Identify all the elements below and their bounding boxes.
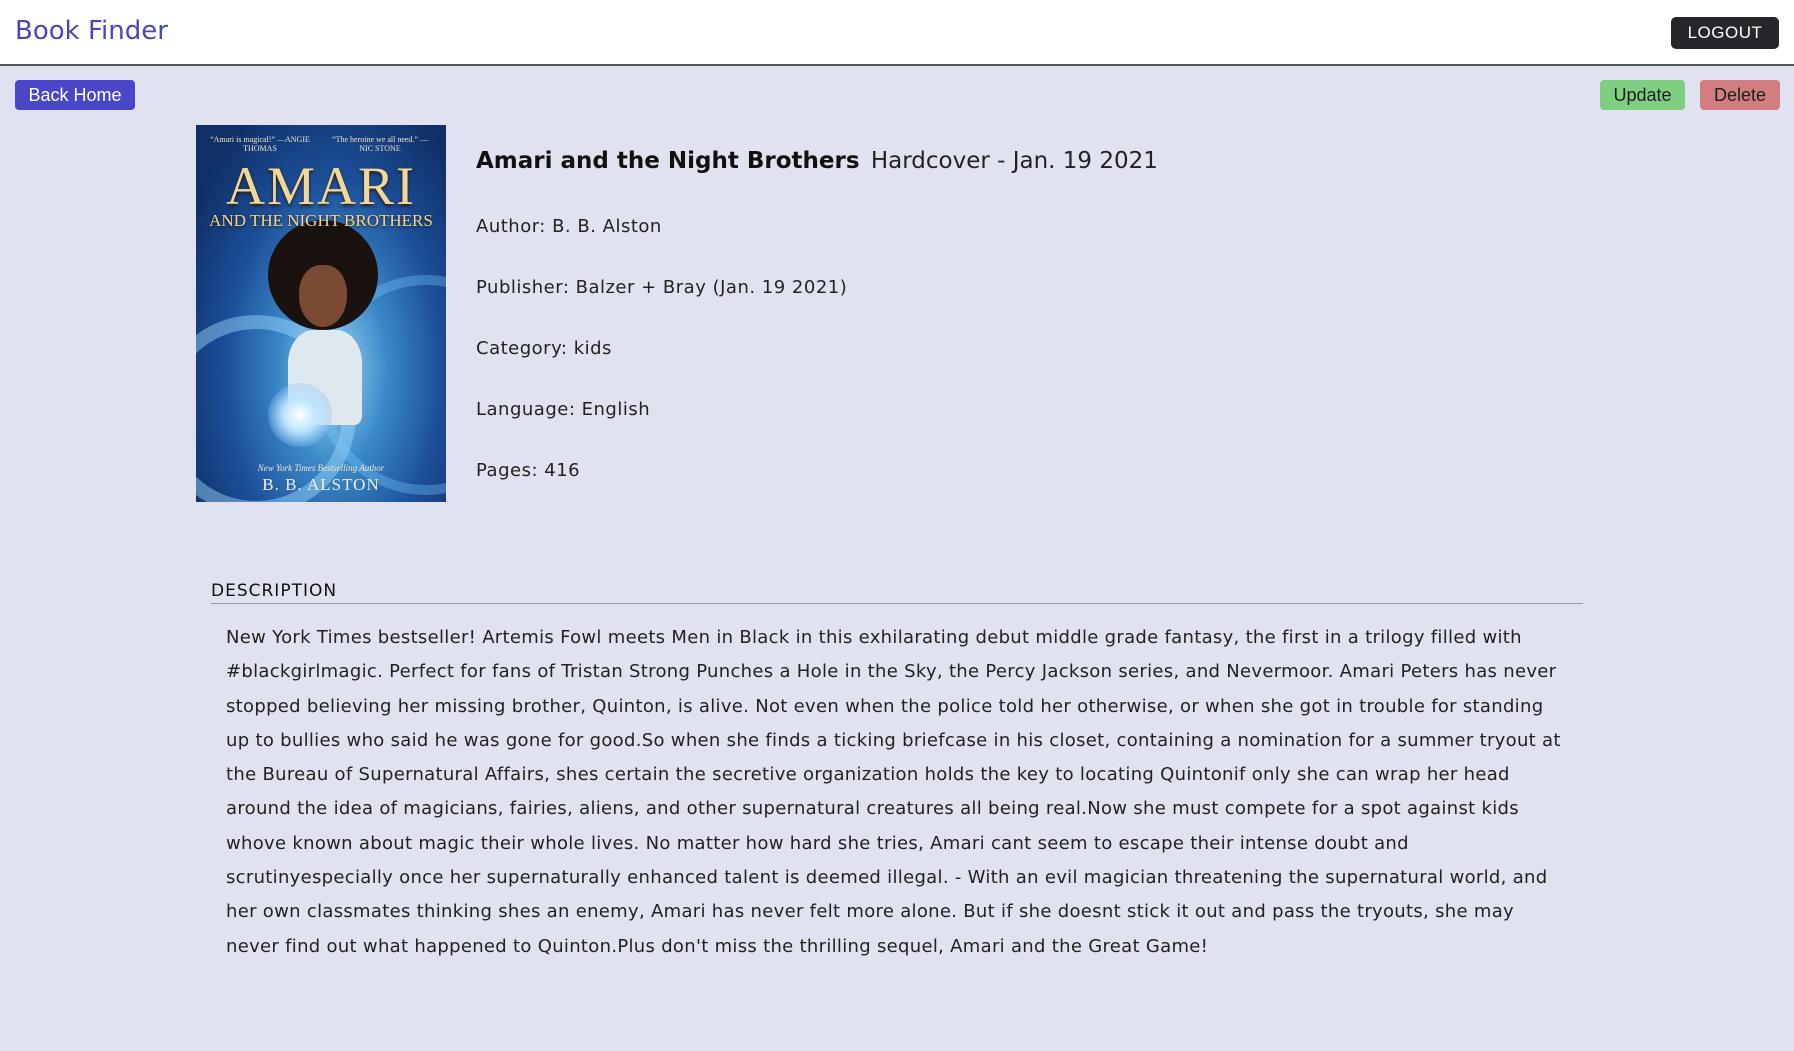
delete-button[interactable]: Delete <box>1700 80 1780 110</box>
cover-magic-orb <box>268 383 332 447</box>
cover-title-sub: AND THE NIGHT BROTHERS <box>209 211 433 230</box>
cover-quote-left: “Amari is magical!” —ANGIE THOMAS <box>210 135 310 153</box>
logout-button[interactable]: LOGOUT <box>1671 17 1779 49</box>
brand-logo-text[interactable]: Book Finder <box>15 16 168 46</box>
book-pages: Pages: 416 <box>476 460 581 481</box>
back-home-button[interactable]: Back Home <box>15 80 135 110</box>
book-category: Category: kids <box>476 338 612 359</box>
book-edition: Hardcover - Jan. 19 2021 <box>870 148 1158 174</box>
book-header: Amari and the Night Brothers Hardcover -… <box>476 148 1158 174</box>
update-button[interactable]: Update <box>1600 80 1685 110</box>
book-title: Amari and the Night Brothers <box>476 148 860 174</box>
description-text: New York Times bestseller! Artemis Fowl … <box>226 627 1561 957</box>
top-navbar: Book Finder LOGOUT <box>0 0 1794 66</box>
cover-author: B. B. ALSTON <box>262 475 380 494</box>
cover-tagline: New York Times Bestselling Author <box>257 463 385 473</box>
cover-figure-face <box>299 265 347 327</box>
book-cover-image: “Amari is magical!” —ANGIE THOMAS “The h… <box>196 125 446 502</box>
cover-title-main: AMARI <box>225 156 416 216</box>
cover-quote-right: “The heroine we all need.” —NIC STONE <box>332 135 428 153</box>
book-publisher: Publisher: Balzer + Bray (Jan. 19 2021) <box>476 277 848 298</box>
book-author: Author: B. B. Alston <box>476 216 662 237</box>
book-title-line: Amari and the Night Brothers Hardcover -… <box>476 148 1158 174</box>
description-heading: DESCRIPTION <box>211 581 1583 604</box>
book-language: Language: English <box>476 399 651 420</box>
